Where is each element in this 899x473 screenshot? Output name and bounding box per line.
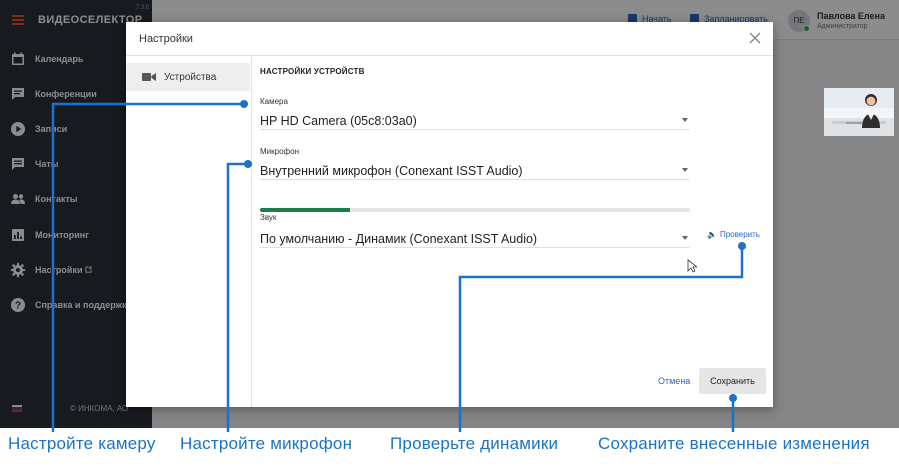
- tab-devices[interactable]: Устройства: [126, 63, 250, 91]
- camera-label: Камера: [260, 97, 288, 106]
- check-speakers-button[interactable]: 🔈 Проверить: [707, 230, 760, 239]
- dialog-title: Настройки: [139, 33, 193, 45]
- microphone-select[interactable]: Внутренний микрофон (Conexant ISST Audio…: [260, 162, 690, 180]
- tab-devices-label: Устройства: [164, 72, 217, 83]
- speaker-icon: 🔈: [707, 230, 717, 239]
- device-settings-panel: НАСТРОЙКИ УСТРОЙСТВ Камера HP HD Camera …: [252, 56, 894, 407]
- save-button[interactable]: Сохранить: [699, 368, 766, 394]
- close-icon[interactable]: [749, 32, 761, 44]
- mouse-cursor-icon: [687, 259, 697, 273]
- sound-label: Звук: [260, 213, 277, 222]
- microphone-label: Микрофон: [260, 147, 299, 156]
- callout-save: Сохраните внесенные изменения: [598, 434, 870, 453]
- sound-value: По умолчанию - Динамик (Conexant ISST Au…: [260, 232, 538, 246]
- sound-select[interactable]: По умолчанию - Динамик (Conexant ISST Au…: [260, 230, 690, 248]
- dialog-nav: Устройства: [126, 56, 252, 407]
- check-label: Проверить: [719, 230, 760, 239]
- camera-select[interactable]: HP HD Camera (05c8:03a0): [260, 112, 690, 130]
- chevron-down-icon: [682, 168, 688, 172]
- microphone-level-fill: [260, 208, 351, 212]
- microphone-level-meter: [260, 208, 690, 212]
- callout-camera: Настройте камеру: [8, 434, 156, 453]
- callout-speakers: Проверьте динамики: [390, 434, 559, 453]
- chevron-down-icon: [682, 118, 688, 122]
- settings-dialog: Настройки Устройства НАСТРОЙКИ УСТРОЙСТВ…: [126, 22, 894, 407]
- camera-value: HP HD Camera (05c8:03a0): [260, 114, 417, 128]
- callout-microphone: Настройте микрофон: [180, 434, 353, 453]
- chevron-down-icon: [682, 236, 688, 240]
- camera-preview: [824, 88, 894, 136]
- dialog-header: Настройки: [126, 22, 773, 56]
- video-camera-icon: [142, 73, 156, 81]
- cancel-button[interactable]: Отмена: [658, 376, 690, 386]
- microphone-value: Внутренний микрофон (Conexant ISST Audio…: [260, 164, 523, 178]
- section-title: НАСТРОЙКИ УСТРОЙСТВ: [260, 67, 365, 76]
